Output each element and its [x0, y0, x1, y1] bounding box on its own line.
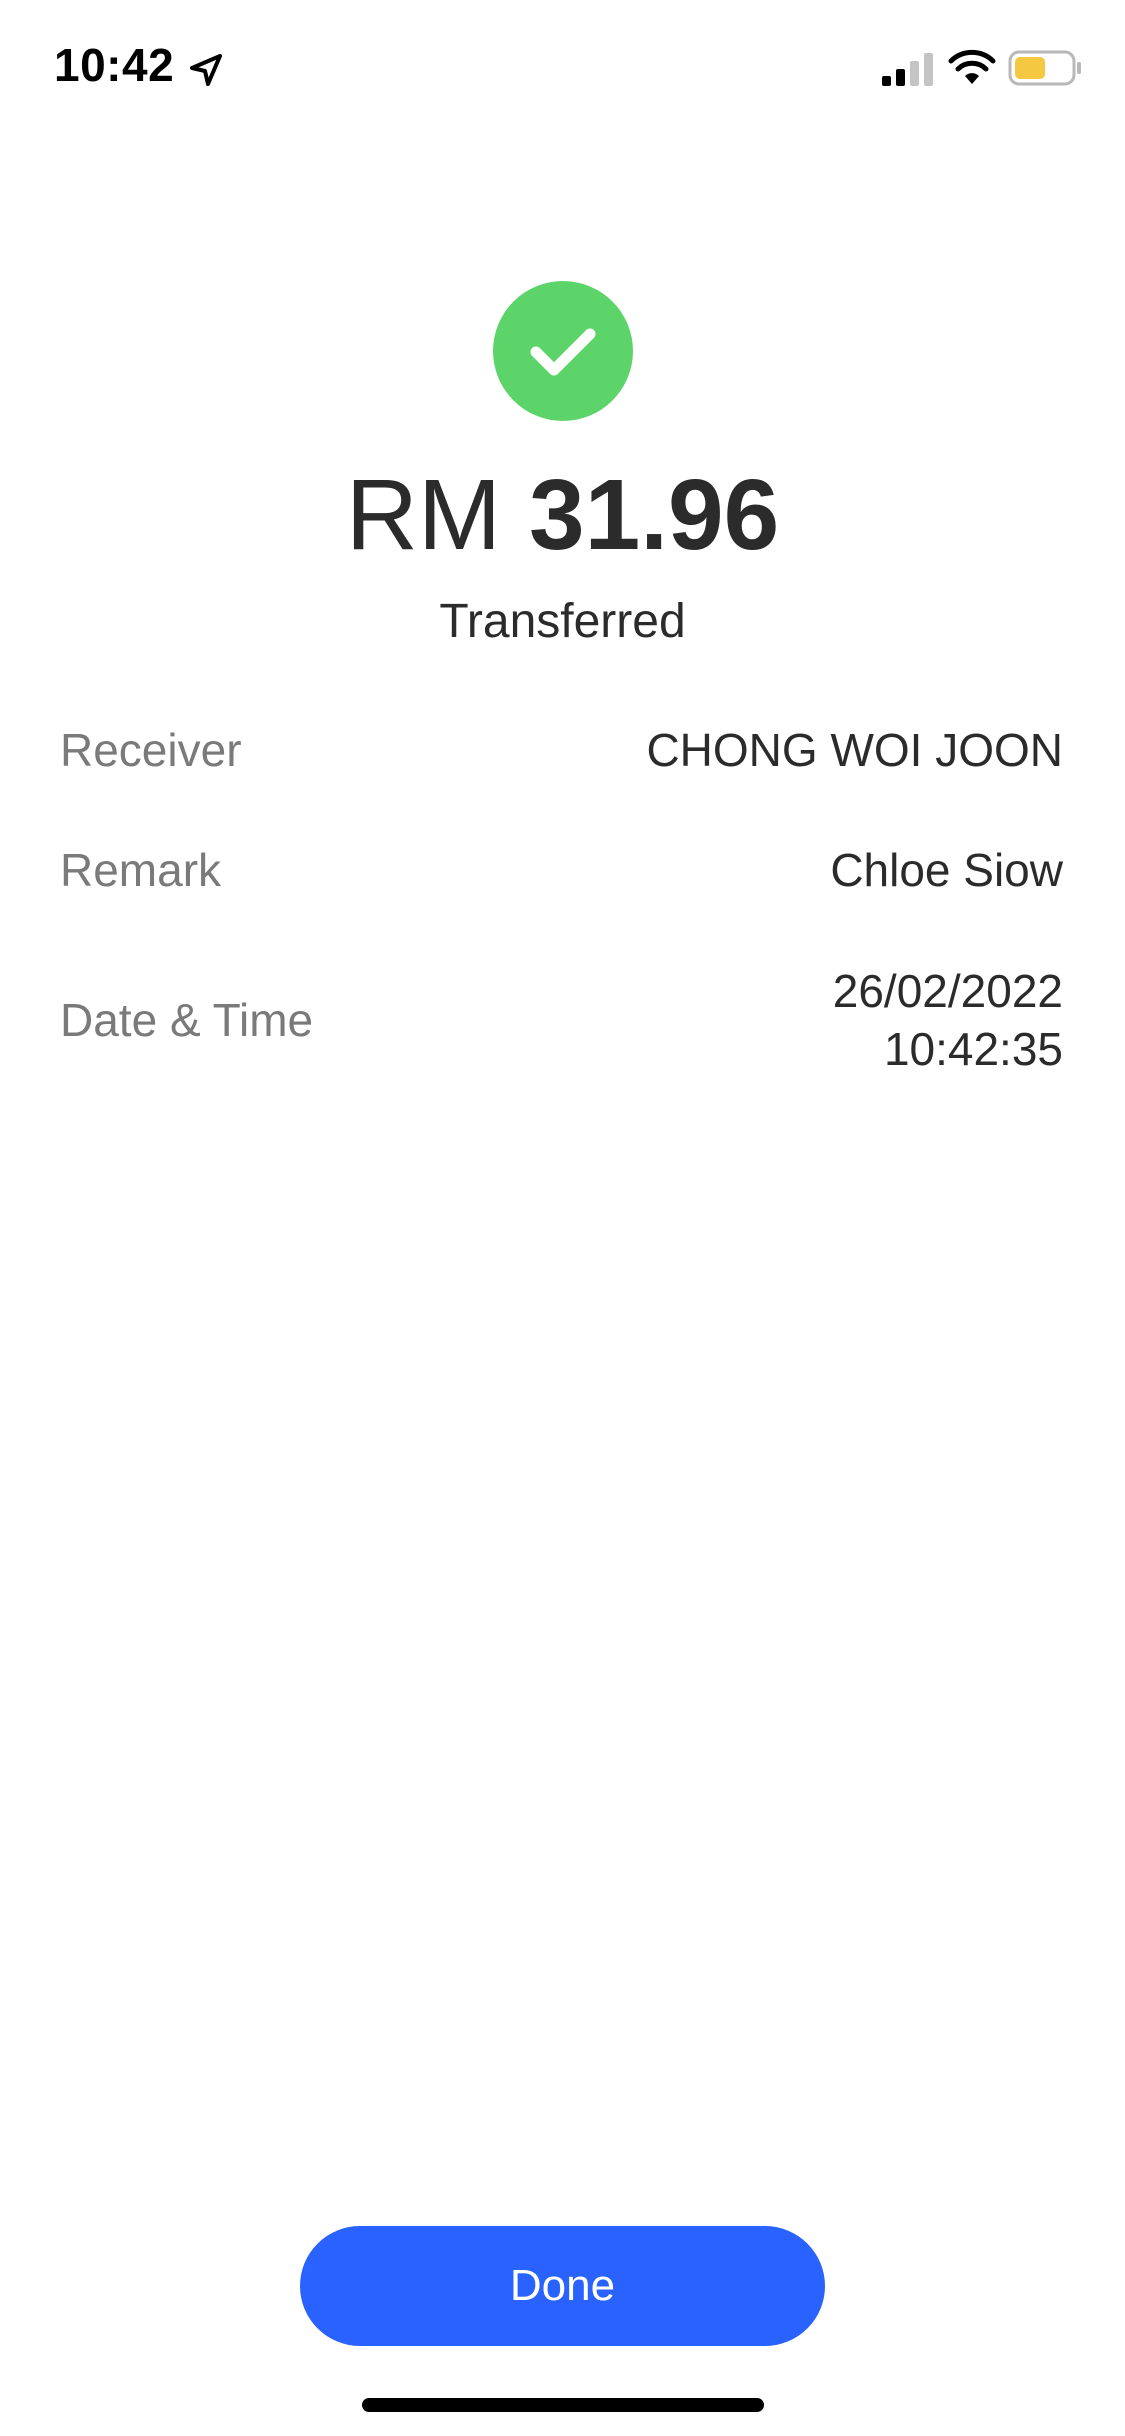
- datetime-label: Date & Time: [60, 994, 314, 1046]
- receiver-label: Receiver: [60, 724, 242, 776]
- date-text: 26/02/2022: [832, 965, 1063, 1017]
- remark-value: Chloe Siow: [830, 841, 1063, 899]
- remark-text: Chloe Siow: [830, 844, 1063, 896]
- done-button[interactable]: Done: [300, 2226, 825, 2346]
- amount-value: 31.96: [529, 459, 780, 571]
- transfer-amount: RM 31.96: [0, 455, 1125, 575]
- cellular-signal-icon: [882, 53, 933, 86]
- checkmark-circle-icon: [493, 281, 633, 421]
- datetime-value: 26/02/2022 10:42:35: [833, 962, 1063, 1078]
- time-text: 10:42:35: [883, 1023, 1063, 1075]
- transfer-status: Transferred: [439, 595, 686, 648]
- location-arrow-icon: [190, 54, 222, 86]
- remark-label: Remark: [60, 844, 222, 896]
- wifi-icon: [948, 49, 996, 84]
- checkmark-icon: [530, 328, 596, 376]
- receiver-value: CHONG WOI JOON: [646, 721, 1063, 779]
- status-bar: 10:42: [0, 0, 1125, 140]
- battery-icon: [1008, 50, 1081, 86]
- status-time: 10:42: [54, 39, 175, 91]
- receiver-name: CHONG WOI JOON: [646, 724, 1063, 776]
- home-indicator[interactable]: [362, 2398, 764, 2412]
- amount-currency: RM: [345, 459, 502, 571]
